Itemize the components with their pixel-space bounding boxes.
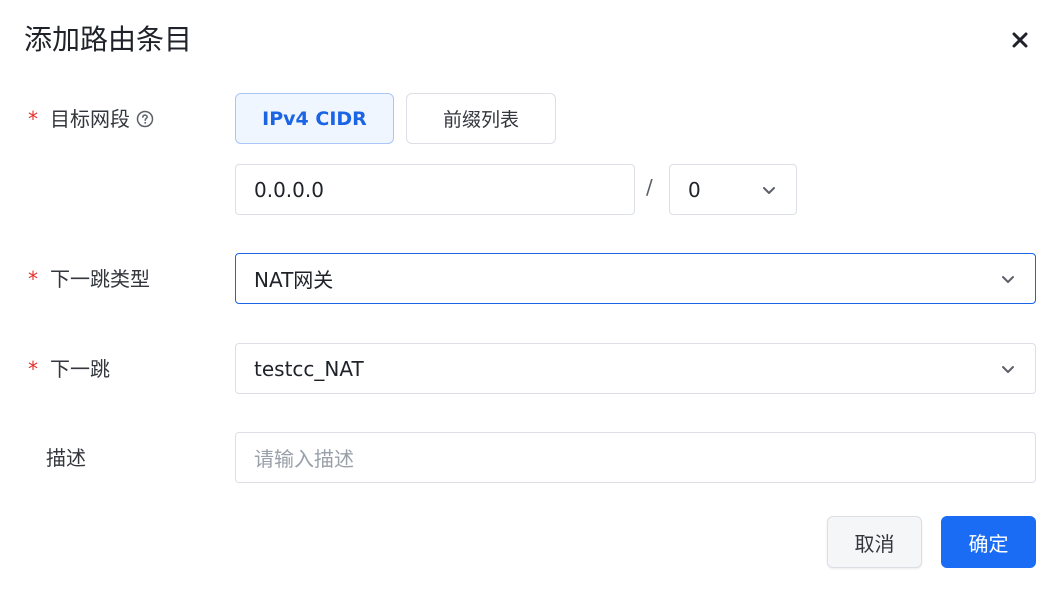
description-placeholder: 请输入描述	[254, 447, 354, 471]
required-mark: *	[28, 267, 38, 291]
next-hop-type-select[interactable]: NAT网关	[235, 253, 1036, 304]
confirm-button[interactable]: 确定	[941, 516, 1036, 568]
description-label-text: 描述	[46, 446, 86, 470]
add-route-dialog: 添加路由条目 * 目标网段 IPv4 CIDR 前缀列表 0.0.0.0 / 0…	[0, 0, 1064, 596]
chevron-down-icon	[999, 360, 1017, 378]
chevron-down-icon	[760, 181, 778, 199]
chevron-down-icon	[999, 270, 1017, 288]
next-hop-select[interactable]: testcc_NAT	[235, 343, 1036, 394]
cidr-separator: /	[646, 175, 653, 199]
required-mark: *	[28, 357, 38, 381]
ip-address-input[interactable]: 0.0.0.0	[235, 164, 635, 215]
mask-select[interactable]: 0	[669, 164, 797, 215]
destination-label-text: 目标网段	[50, 107, 130, 131]
next-hop-label: * 下一跳	[28, 355, 110, 383]
next-hop-type-value: NAT网关	[254, 268, 334, 292]
next-hop-type-label: * 下一跳类型	[28, 265, 150, 293]
segment-ipv4-cidr[interactable]: IPv4 CIDR	[235, 93, 394, 144]
required-mark: *	[28, 107, 38, 131]
next-hop-label-text: 下一跳	[50, 357, 110, 381]
cancel-button[interactable]: 取消	[827, 516, 922, 568]
description-input[interactable]: 请输入描述	[235, 432, 1036, 483]
close-icon	[1012, 32, 1028, 48]
help-circle-icon[interactable]	[136, 110, 154, 128]
description-label: 描述	[28, 444, 86, 472]
ip-address-value: 0.0.0.0	[254, 177, 324, 202]
next-hop-value: testcc_NAT	[254, 356, 364, 381]
mask-value: 0	[688, 177, 701, 202]
next-hop-type-label-text: 下一跳类型	[50, 267, 150, 291]
dialog-title: 添加路由条目	[24, 23, 193, 56]
segment-prefix-list[interactable]: 前缀列表	[406, 93, 556, 144]
close-button[interactable]	[1006, 26, 1034, 54]
destination-label: * 目标网段	[28, 105, 154, 133]
